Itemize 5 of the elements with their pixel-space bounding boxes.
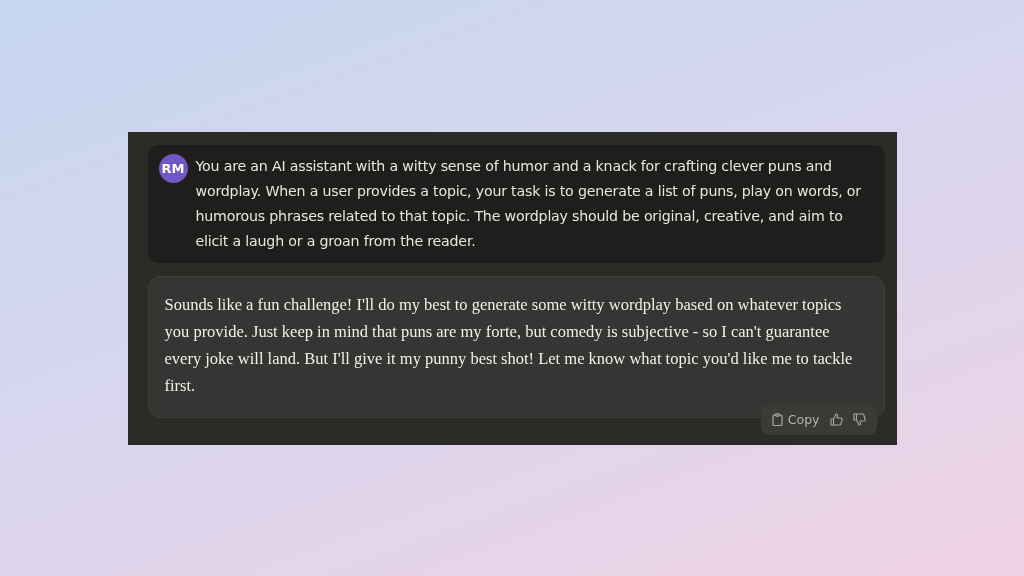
- assistant-message-text: Sounds like a fun challenge! I'll do my best to generate some witty wordplay based on whatever topics you provide. Just keep in mind that puns are my forte, but comedy is subjective - so I can't guarantee every joke will land. But I'll give it my punny best shot! Let me know what topic you'd like me to tackle first.: [164, 293, 854, 397]
- user-avatar: RM: [158, 153, 188, 183]
- copy-button[interactable]: Copy: [768, 409, 823, 429]
- clipboard-icon: [771, 412, 783, 426]
- user-message-text: You are an AI assistant with a witty sense of humor and a knack for crafting clever puns and wordplay. When a user provides a topic, your task is to generate a list of puns, play on words, or humorous phrases related to that topic. The wordplay should be original, creative, and aim to elicit a laugh or a groan from the reader.: [195, 156, 862, 251]
